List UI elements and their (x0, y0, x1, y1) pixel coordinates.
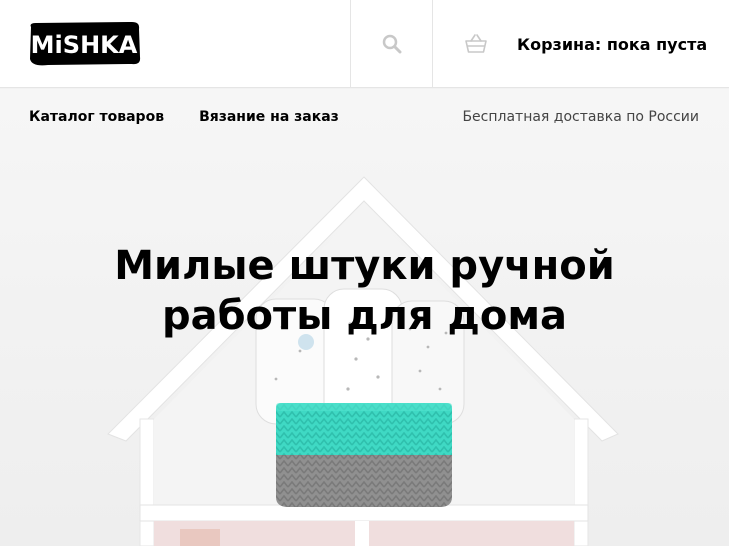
hero-title: Милые штуки ручной работы для дома (0, 241, 729, 341)
logo-text: MiSHKA (31, 31, 138, 59)
logo-mark: MiSHKA (30, 22, 141, 66)
cart-link[interactable]: Корзина: пока пуста (434, 0, 729, 88)
basket-icon (465, 34, 487, 53)
hero-title-line-2: работы для дома (162, 293, 567, 339)
nav-item-knitting-order[interactable]: Вязание на заказ (199, 109, 339, 125)
delivery-note: Бесплатная доставка по России (462, 109, 699, 125)
mishka-logo[interactable]: MiSHKA (28, 21, 141, 67)
search-button[interactable] (350, 0, 433, 88)
hero-section: Каталог товаров Вязание на заказ Бесплат… (0, 89, 729, 546)
hero-title-line-1: Милые штуки ручной (114, 243, 615, 289)
nav-item-catalog[interactable]: Каталог товаров (29, 109, 164, 125)
search-icon (382, 34, 401, 54)
main-nav: Каталог товаров Вязание на заказ (29, 109, 339, 125)
cart-status: Корзина: пока пуста (517, 34, 708, 54)
site-header: MiSHKA Корзина: пока пуста (0, 0, 729, 88)
